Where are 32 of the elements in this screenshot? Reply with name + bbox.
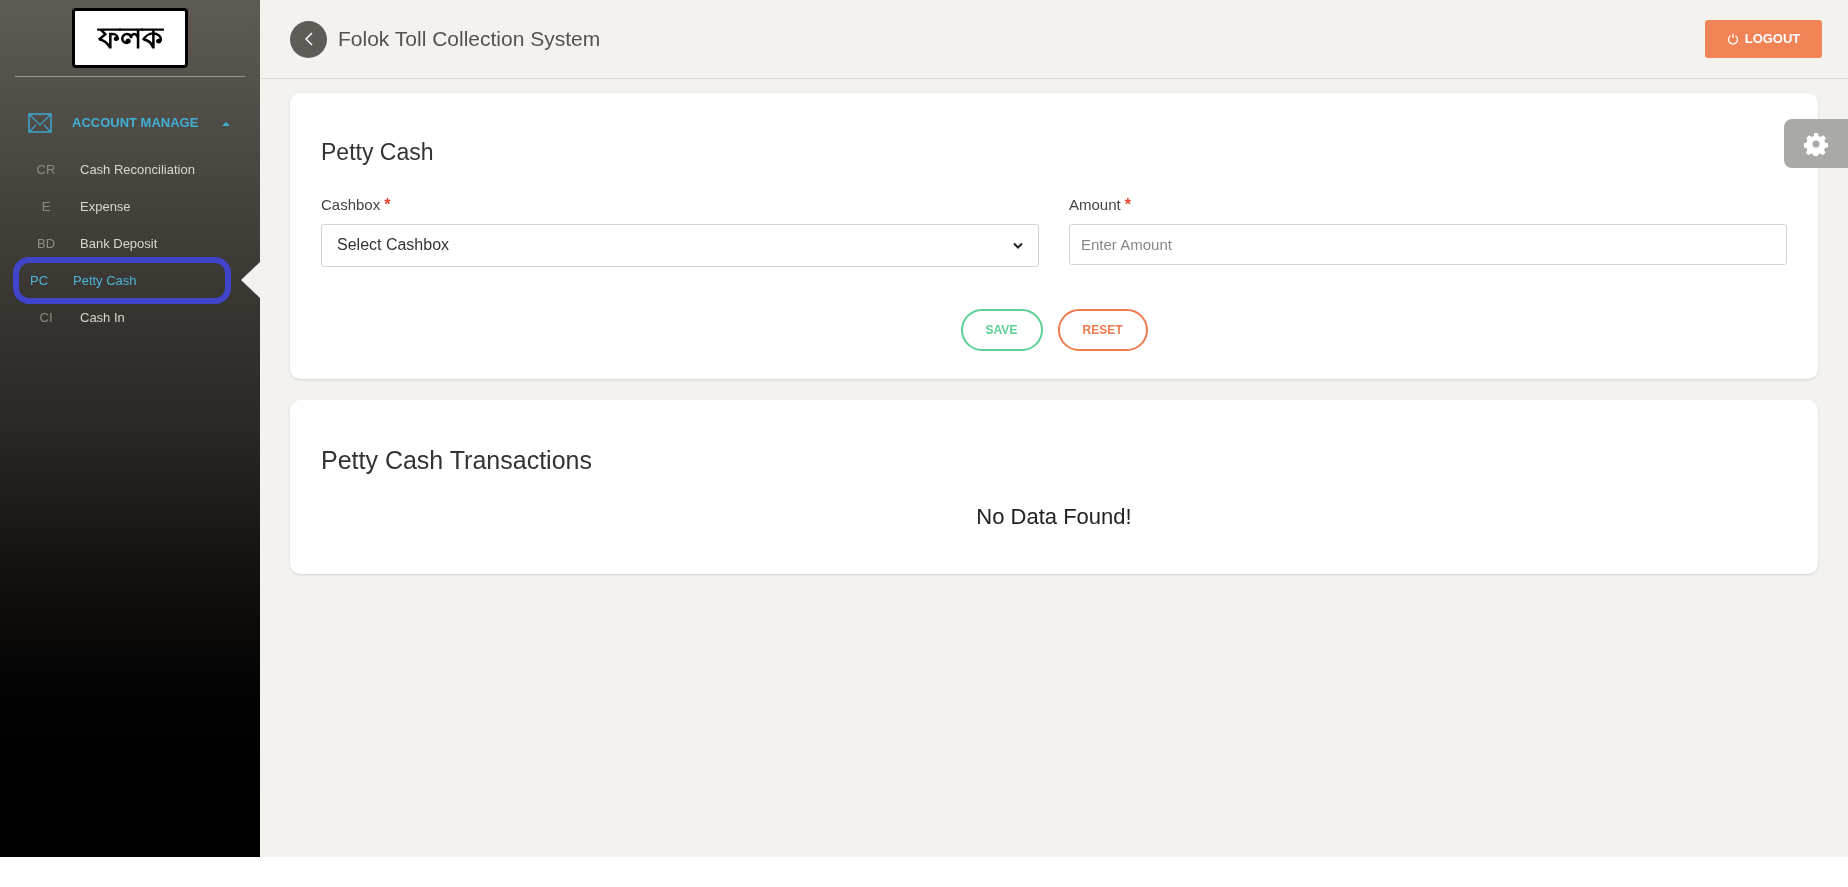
item-abbreviation: PC: [28, 271, 50, 290]
chevron-left-icon: [304, 32, 313, 46]
item-abbreviation: CR: [35, 160, 57, 179]
app-title: Folok Toll Collection System: [338, 26, 601, 53]
menu-group-label: ACCOUNT MANAGE: [72, 114, 199, 133]
cashbox-select[interactable]: Select Cashbox: [321, 223, 1039, 267]
card-title: Petty Cash: [321, 138, 435, 167]
required-asterisk: *: [384, 194, 391, 215]
item-abbreviation: CI: [38, 308, 54, 327]
item-label: Bank Deposit: [80, 234, 158, 253]
item-label: Expense: [80, 197, 131, 216]
item-abbreviation: E: [40, 197, 52, 216]
field-label: Amount: [1069, 194, 1121, 215]
back-button[interactable]: [290, 20, 327, 58]
sidebar-item[interactable]: CR Cash Reconciliation: [0, 151, 260, 188]
item-label: Cash Reconciliation: [80, 160, 195, 179]
sidebar-item[interactable]: E Expense: [0, 188, 260, 225]
card-title: Petty Cash Transactions: [321, 445, 593, 476]
item-abbreviation: BD: [35, 234, 57, 253]
envelope-icon: [28, 113, 52, 133]
required-asterisk: *: [1124, 194, 1131, 215]
sidebar-item[interactable]: PC Petty Cash: [13, 257, 231, 304]
item-label: Cash In: [80, 308, 125, 327]
empty-message: No Data Found!: [975, 502, 1133, 531]
power-icon: [1726, 33, 1739, 45]
menu-group[interactable]: ACCOUNT MANAGE: [0, 111, 260, 135]
amount-field[interactable]: Enter Amount: [1069, 223, 1787, 265]
logo-text: ফলক: [97, 23, 163, 53]
settings-icon: [1804, 131, 1828, 156]
item-label: Petty Cash: [73, 271, 137, 290]
field-label: Cashbox: [321, 194, 381, 215]
chevron-down-icon: [1013, 241, 1023, 249]
